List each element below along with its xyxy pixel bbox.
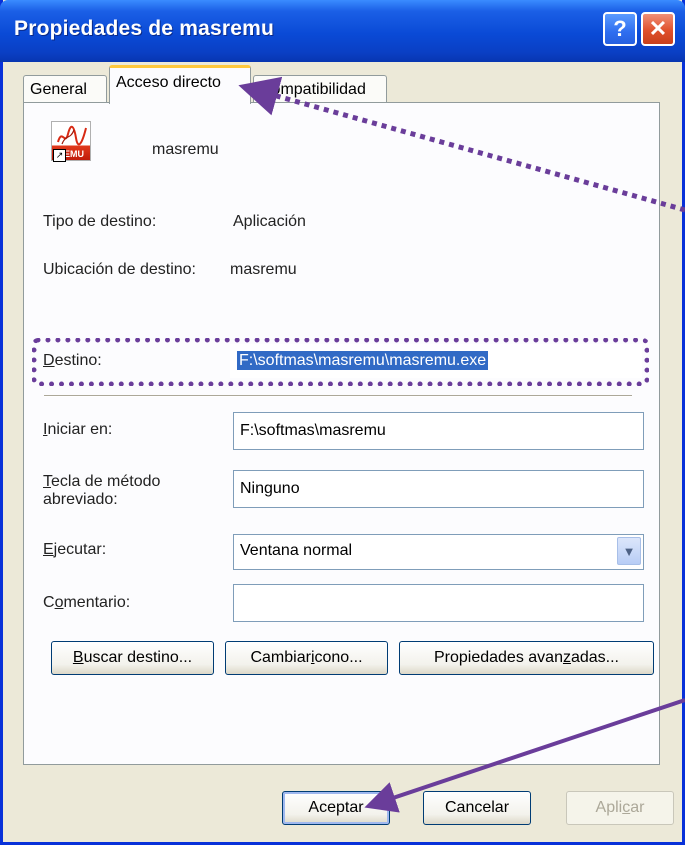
dialog-body: General Acceso directo Compatibilidad EM… — [3, 62, 682, 842]
change-icon-pre: Cambiar — [250, 649, 311, 666]
find-target-button[interactable]: Buscar destino... — [51, 641, 214, 675]
find-target-accesskey: B — [72, 649, 84, 666]
shortcut-panel: EMU ↗ masremu Tipo de destino: Aplicació… — [23, 102, 660, 765]
advanced-pre: Propiedades avan — [433, 649, 563, 666]
apply-accesskey: c — [622, 799, 631, 816]
target-location-label: Ubicación de destino: — [43, 261, 196, 278]
hotkey-label-accesskey: T — [43, 473, 51, 490]
hotkey-label-text: ecla de método — [51, 473, 161, 490]
masremu-app-icon: EMU ↗ — [51, 121, 91, 162]
apply-pre: Apli — [595, 799, 623, 816]
help-button[interactable]: ? — [603, 12, 637, 46]
run-select[interactable]: Ventana normal ▼ — [233, 534, 644, 570]
app-icon-text: EMU — [64, 149, 84, 159]
tab-acceso-directo[interactable]: Acceso directo — [109, 65, 251, 104]
hotkey-label-line2: abreviado: — [43, 491, 118, 508]
title-bar[interactable]: Propiedades de masremu ? ✕ — [0, 0, 685, 62]
apply-label: ar — [630, 799, 645, 816]
comment-label: Comentario: — [43, 594, 130, 612]
run-select-value: Ventana normal — [240, 542, 353, 559]
start-in-label: Iniciar en: — [43, 421, 112, 439]
change-icon-button[interactable]: Cambiar i cono... — [225, 641, 388, 675]
run-label-accesskey: E — [43, 541, 54, 558]
shortcut-arrow-icon: ↗ — [53, 149, 66, 162]
separator — [44, 395, 632, 397]
ok-button[interactable]: Aceptar — [282, 791, 390, 825]
start-in-label-text: niciar en: — [47, 421, 113, 438]
run-label: Ejecutar: — [43, 541, 106, 559]
target-highlight-annotation — [32, 338, 649, 386]
find-target-label: uscar destino... — [83, 649, 193, 666]
hotkey-label: Tecla de método abreviado: — [43, 473, 160, 509]
advanced-label: adas... — [570, 649, 619, 666]
tab-compatibilidad[interactable]: Compatibilidad — [253, 75, 387, 103]
chevron-down-icon[interactable]: ▼ — [617, 537, 641, 565]
advanced-accesskey: z — [562, 649, 571, 666]
target-type-value: Aplicación — [233, 213, 306, 230]
tab-general[interactable]: General — [23, 75, 107, 103]
cancel-button[interactable]: Cancelar — [423, 791, 531, 825]
change-icon-label: cono... — [314, 649, 363, 666]
advanced-properties-button[interactable]: Propiedades avan z adas... — [399, 641, 654, 675]
comment-label-text: mentario: — [63, 594, 131, 611]
target-type-label: Tipo de destino: — [43, 213, 157, 230]
apply-button[interactable]: Apli c ar — [566, 791, 674, 825]
target-location-value: masremu — [230, 261, 297, 278]
run-label-text: jecutar: — [53, 541, 107, 558]
comment-label-pre: C — [43, 594, 55, 611]
close-button[interactable]: ✕ — [641, 12, 675, 46]
window-title: Propiedades de masremu — [14, 17, 274, 40]
properties-dialog: Propiedades de masremu ? ✕ General Acces… — [0, 0, 685, 845]
comment-field[interactable] — [233, 584, 644, 622]
shortcut-name: masremu — [152, 141, 219, 158]
start-in-field[interactable]: F:\softmas\masremu — [233, 412, 644, 450]
hotkey-field[interactable]: Ninguno — [233, 470, 644, 508]
